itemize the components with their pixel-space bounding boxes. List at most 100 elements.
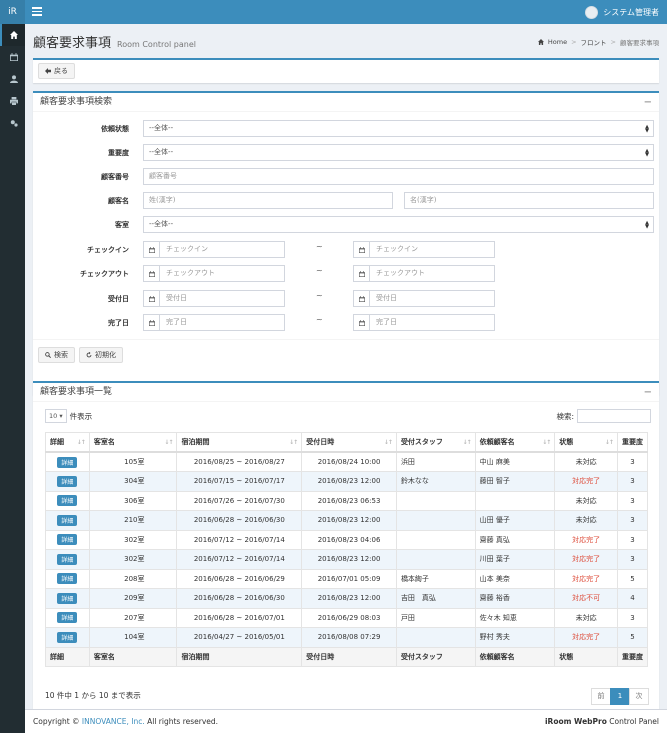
table-cell: 対応完了 bbox=[554, 549, 618, 570]
table-cell: 川田 葉子 bbox=[474, 549, 556, 570]
table-cell: 2016/08/23 12:00 bbox=[301, 471, 397, 492]
completed-to-input[interactable]: 完了日 bbox=[353, 314, 495, 331]
sort-icon: ↓↑ bbox=[289, 439, 298, 446]
gears-icon bbox=[10, 120, 18, 127]
checkin-from-input[interactable]: チェックイン bbox=[143, 241, 285, 258]
avatar bbox=[585, 5, 599, 19]
user-name: システム管理者 bbox=[603, 7, 659, 17]
table-search-input[interactable] bbox=[577, 409, 651, 423]
customer-no-input[interactable]: 顧客番号 bbox=[143, 168, 654, 185]
column-header[interactable]: 状態 ↓↑ bbox=[554, 432, 618, 453]
checkout-from-input[interactable]: チェックアウト bbox=[143, 265, 285, 282]
column-header[interactable]: 宿泊期間 ↓↑ bbox=[176, 432, 303, 453]
table-cell: 山田 優子 bbox=[474, 510, 556, 531]
company-link[interactable]: INNOVANCE, Inc. bbox=[82, 717, 145, 726]
column-header[interactable]: 受付スタッフ ↓↑ bbox=[395, 432, 476, 453]
column-header[interactable]: 客室名 ↓↑ bbox=[88, 432, 178, 453]
detail-button[interactable]: 詳細 bbox=[57, 553, 78, 565]
table-row: 詳細 207室 2016/06/28 ~ 2016/07/01 2016/06/29 … bbox=[45, 607, 649, 628]
table-cell: 3 bbox=[616, 490, 649, 511]
detail-button[interactable]: 詳細 bbox=[57, 631, 78, 643]
detail-button[interactable]: 詳細 bbox=[57, 514, 78, 526]
app-logo[interactable]: iR bbox=[0, 0, 25, 24]
back-box: 戻る bbox=[33, 58, 659, 83]
last-name-input[interactable]: 姓(漢字) bbox=[143, 192, 393, 209]
table-cell: 未対応 bbox=[554, 510, 618, 531]
completed-from-input[interactable]: 完了日 bbox=[143, 314, 285, 331]
table-cell: 2016/08/23 06:53 bbox=[301, 490, 397, 511]
sort-icon: ↓↑ bbox=[383, 439, 393, 446]
table-row: 詳細 104室 2016/04/27 ~ 2016/05/01 2016/08/08 … bbox=[45, 627, 649, 648]
home-icon bbox=[9, 31, 18, 39]
table-cell: 3 bbox=[616, 510, 649, 531]
sidebar-item-print[interactable] bbox=[0, 90, 25, 112]
priority-select[interactable]: --全体-- ▲ ▼ bbox=[143, 144, 654, 161]
sort-icon: ↓↑ bbox=[542, 439, 551, 446]
checkout-to-input[interactable]: チェックアウト bbox=[353, 265, 495, 282]
column-footer: 状態 bbox=[554, 646, 618, 667]
table-cell: 302室 bbox=[88, 549, 178, 570]
table-row: 詳細 105室 2016/08/25 ~ 2016/08/27 2016/08/24 … bbox=[45, 451, 649, 472]
column-header[interactable]: 依頼顧客名 ↓↑ bbox=[474, 432, 556, 453]
sidebar-item-home[interactable] bbox=[0, 24, 25, 46]
top-navbar: iR システム管理者 bbox=[0, 0, 667, 24]
column-header[interactable]: 受付日時 ↓↑ bbox=[301, 432, 397, 453]
table-cell: 2016/08/23 12:00 bbox=[301, 588, 397, 609]
room-select[interactable]: --全体-- ▲ ▼ bbox=[143, 216, 654, 233]
table-cell: 対応完了 bbox=[554, 471, 618, 492]
checkin-to-input[interactable]: チェックイン bbox=[353, 241, 495, 258]
table-cell: 2016/06/28 ~ 2016/06/30 bbox=[176, 588, 303, 609]
sidebar-item-user[interactable] bbox=[0, 68, 25, 90]
footer: Copyright © INNOVANCE, Inc. All rights r… bbox=[25, 709, 667, 733]
next-page-button[interactable]: 次 bbox=[629, 688, 649, 705]
detail-button[interactable]: 詳細 bbox=[57, 495, 78, 507]
collapse-button[interactable]: − bbox=[644, 383, 652, 402]
detail-button[interactable]: 詳細 bbox=[57, 612, 78, 624]
user-menu[interactable]: システム管理者 bbox=[585, 0, 659, 24]
received-to-input[interactable]: 受付日 bbox=[353, 290, 495, 307]
calendar-icon bbox=[358, 295, 365, 302]
search-box-header: 顧客要求事項検索 − bbox=[33, 93, 659, 112]
table-cell: 105室 bbox=[88, 451, 178, 472]
column-header[interactable]: 重要度 ↓↑ bbox=[616, 432, 649, 453]
sidebar-item-settings[interactable] bbox=[0, 112, 25, 134]
status-select[interactable]: --全体-- ▲ ▼ bbox=[143, 120, 654, 137]
detail-button[interactable]: 詳細 bbox=[57, 592, 78, 604]
table-cell: 2016/07/01 05:09 bbox=[301, 568, 397, 589]
table-cell: 209室 bbox=[88, 588, 178, 609]
page-1-button[interactable]: 1 bbox=[610, 688, 630, 705]
table-cell: 304室 bbox=[88, 471, 178, 492]
status-label: 依頼状態 bbox=[101, 125, 129, 133]
table-cell: 2016/07/26 ~ 2016/07/30 bbox=[176, 490, 303, 511]
reset-button[interactable]: 初期化 bbox=[79, 347, 123, 363]
column-header[interactable]: 詳細 ↓↑ bbox=[45, 432, 90, 453]
prev-page-button[interactable]: 前 bbox=[591, 688, 611, 705]
sort-icon: ↓↑ bbox=[634, 439, 644, 446]
menu-toggle-icon[interactable] bbox=[32, 6, 42, 18]
table-cell: 2016/04/27 ~ 2016/05/01 bbox=[176, 627, 303, 648]
search-button[interactable]: 検索 bbox=[38, 347, 75, 363]
search-icon bbox=[45, 352, 51, 358]
breadcrumb: Home > フロント > 顧客要求事項 bbox=[537, 37, 659, 47]
first-name-input[interactable]: 名(漢字) bbox=[404, 192, 654, 209]
sidebar-item-calendar[interactable] bbox=[0, 46, 25, 68]
received-label: 受付日 bbox=[108, 295, 129, 303]
table-cell: 207室 bbox=[88, 607, 178, 628]
received-from-input[interactable]: 受付日 bbox=[143, 290, 285, 307]
back-button[interactable]: 戻る bbox=[38, 63, 75, 79]
breadcrumb-home[interactable]: Home bbox=[548, 38, 567, 46]
detail-button[interactable]: 詳細 bbox=[57, 573, 78, 585]
page-size-select[interactable]: 10 ▾ bbox=[45, 409, 67, 423]
range-separator: ~ bbox=[316, 242, 323, 251]
detail-button[interactable]: 詳細 bbox=[57, 456, 78, 468]
collapse-button[interactable]: − bbox=[644, 93, 652, 112]
table-cell: 吉田 真弘 bbox=[395, 588, 476, 609]
detail-button[interactable]: 詳細 bbox=[57, 534, 78, 546]
table-cell: 対応完了 bbox=[554, 568, 618, 589]
table-row: 詳細 208室 2016/06/28 ~ 2016/06/29 2016/07/01 … bbox=[45, 568, 649, 589]
detail-button[interactable]: 詳細 bbox=[57, 475, 78, 487]
table-cell: 2016/06/28 ~ 2016/06/30 bbox=[176, 510, 303, 531]
breadcrumb-front[interactable]: フロント bbox=[581, 37, 607, 47]
table-cell: 2016/08/23 04:06 bbox=[301, 529, 397, 550]
completed-label: 完了日 bbox=[108, 319, 129, 327]
